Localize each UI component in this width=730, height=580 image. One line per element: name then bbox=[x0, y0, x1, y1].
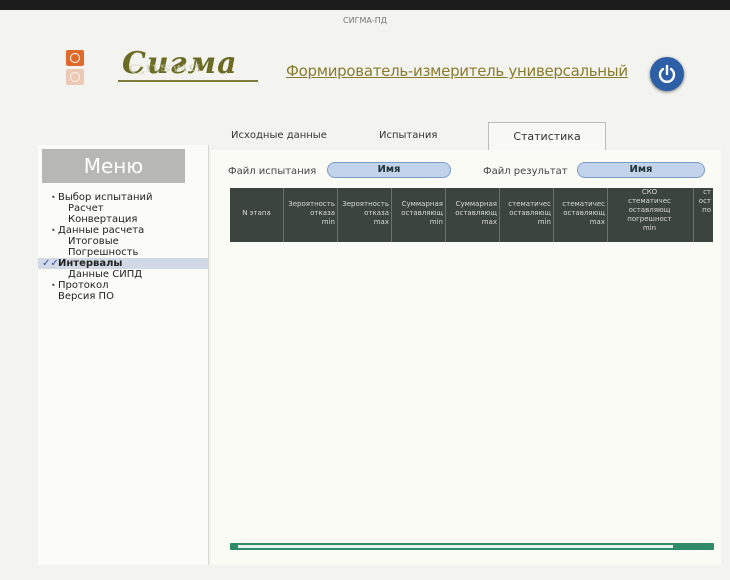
sidebar: Меню • Выбор испытаний Расчет Конвертация… bbox=[38, 145, 209, 565]
statistics-panel: Файл испытания Имя Файл результат Имя N … bbox=[211, 150, 721, 565]
column-header[interactable]: Суммарная оставляющ min bbox=[392, 188, 446, 242]
statistics-table-header: N этапа Зероятность отказа min Зероятнос… bbox=[230, 188, 713, 242]
power-button[interactable] bbox=[650, 57, 684, 91]
brand-reflection: Сигма bbox=[128, 61, 202, 76]
column-header[interactable]: Зероятность отказа max bbox=[338, 188, 392, 242]
menu-item-protocol[interactable]: • Протокол bbox=[38, 280, 208, 291]
progress-bar bbox=[230, 543, 714, 550]
column-header[interactable]: ст ост по bbox=[694, 188, 713, 242]
column-header[interactable]: Суммарная оставляющ max bbox=[446, 188, 500, 242]
power-icon bbox=[658, 64, 676, 83]
menu-item-sipd-data[interactable]: Данные СИПД bbox=[38, 269, 208, 280]
column-header[interactable]: стематичес оставляющ max bbox=[554, 188, 608, 242]
result-file-field[interactable]: Имя bbox=[577, 162, 705, 178]
menu-item-totals[interactable]: Итоговые bbox=[38, 236, 208, 247]
test-file-field[interactable]: Имя bbox=[327, 162, 451, 178]
column-header[interactable]: стематичес оставляющ min bbox=[500, 188, 554, 242]
tab-statistics[interactable]: Статистика bbox=[488, 122, 606, 150]
menu-item-software-version[interactable]: Версия ПО bbox=[38, 291, 208, 302]
check-icon: ✓✓ bbox=[42, 258, 59, 269]
menu-item-calculation[interactable]: Расчет bbox=[38, 203, 208, 214]
column-header[interactable]: СКО стематичес оставляющ погрешност min bbox=[608, 188, 694, 242]
tab-source-data[interactable]: Исходные данные bbox=[231, 130, 327, 141]
menu-item-conversion[interactable]: Конвертация bbox=[38, 214, 208, 225]
column-header[interactable]: N этапа bbox=[230, 188, 284, 242]
brand-underline bbox=[118, 80, 258, 82]
progress-fill bbox=[238, 545, 673, 548]
top-edge-bar bbox=[0, 0, 730, 10]
menu-item-intervals[interactable]: ✓✓ Интервалы bbox=[38, 258, 208, 269]
menu-list: • Выбор испытаний Расчет Конвертация • Дан… bbox=[38, 192, 208, 302]
menu-header: Меню bbox=[42, 149, 185, 183]
menu-item-error[interactable]: Погрешность bbox=[38, 247, 208, 258]
window-title: СИГМА-ПД bbox=[343, 16, 387, 25]
sigma-logo-icon bbox=[66, 50, 84, 86]
tab-bar: Исходные данные Испытания Статистика bbox=[211, 122, 721, 151]
test-file-label: Файл испытания bbox=[228, 166, 317, 177]
result-file-label: Файл результат bbox=[483, 166, 568, 177]
file-fields: Файл испытания Имя Файл результат Имя bbox=[211, 150, 721, 190]
menu-item-calculation-data[interactable]: • Данные расчета bbox=[38, 225, 208, 236]
tab-tests[interactable]: Испытания bbox=[379, 130, 437, 141]
column-header[interactable]: Зероятность отказа min bbox=[284, 188, 338, 242]
app-subtitle: Формирователь-измеритель универсальный bbox=[286, 62, 628, 80]
menu-item-test-selection[interactable]: • Выбор испытаний bbox=[38, 192, 208, 203]
